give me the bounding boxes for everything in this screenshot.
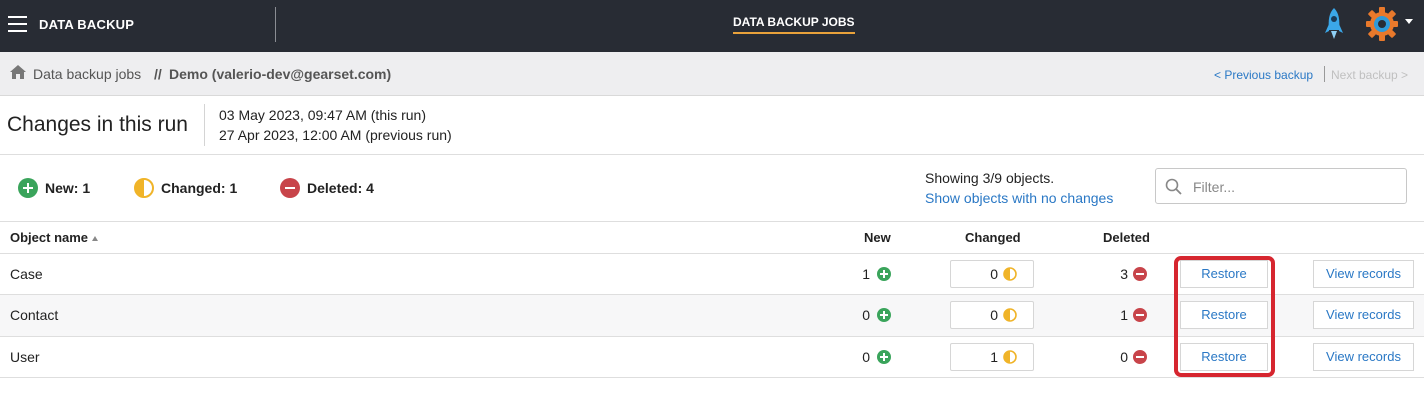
object-name-header-label: Object name [10,230,89,245]
view-records-button[interactable]: View records [1313,343,1414,371]
next-backup-link: Next backup > [1331,68,1409,82]
changed-count-cell: 0 [990,307,998,323]
home-icon[interactable] [10,65,26,79]
summary-divider [0,221,1424,222]
search-icon [1165,178,1182,195]
column-header-deleted: Deleted [1103,230,1150,245]
row-divider [0,377,1424,378]
deleted-count-label: Deleted: 4 [307,180,374,196]
breadcrumb-separator: // [154,66,162,82]
view-records-button[interactable]: View records [1313,260,1414,288]
column-header-new: New [864,230,891,245]
previous-run-date: 27 Apr 2023, 12:00 AM (previous run) [219,127,452,143]
changed-half-circle-icon [1003,308,1017,322]
sort-ascending-icon[interactable] [92,236,99,242]
object-name-cell: Contact [10,307,59,323]
tab-data-backup-jobs[interactable]: DATA BACKUP JOBS [733,15,855,34]
changed-count-cell: 0 [990,266,998,282]
deleted-minus-icon [1133,350,1147,364]
new-plus-icon [877,350,891,364]
changed-half-circle-icon [134,178,154,198]
deleted-count-cell: 3 [1120,266,1128,282]
deleted-minus-icon [1133,267,1147,281]
previous-backup-link[interactable]: < Previous backup [1214,68,1313,82]
chevron-down-icon[interactable] [1405,19,1413,24]
breadcrumb-data-backup-jobs[interactable]: Data backup jobs [33,66,141,82]
new-count-cell: 1 [862,266,870,282]
new-plus-icon [877,308,891,322]
this-run-date: 03 May 2023, 09:47 AM (this run) [219,107,426,123]
new-count-label: New: 1 [45,180,91,196]
show-unchanged-objects-link[interactable]: Show objects with no changes [925,190,1113,206]
showing-objects-text: Showing 3/9 objects. [925,170,1055,186]
backup-nav-divider [1324,66,1325,82]
hamburger-menu-icon[interactable] [8,16,27,32]
changed-half-circle-icon [1003,267,1017,281]
deleted-count-cell: 0 [1120,349,1128,365]
new-count-cell: 0 [862,349,870,365]
new-count-cell: 0 [862,307,870,323]
restore-highlight-box [1174,256,1275,377]
object-name-cell: User [10,349,40,365]
app-title: DATA BACKUP [39,17,135,32]
deleted-minus-icon [1133,308,1147,322]
column-header-changed: Changed [965,230,1021,245]
breadcrumb: Data backup jobs // Demo (valerio-dev@ge… [0,52,1424,96]
object-name-cell: Case [10,266,43,282]
run-header-divider [204,104,205,146]
changed-count-cell: 1 [990,349,998,365]
changed-half-circle-icon [1003,350,1017,364]
top-bar: DATA BACKUP DATA BACKUP JOBS [0,0,1424,52]
top-divider [275,7,276,42]
new-plus-icon [877,267,891,281]
breadcrumb-current-job: Demo (valerio-dev@gearset.com) [169,66,392,82]
changed-count-label: Changed: 1 [161,180,238,196]
header-divider [0,154,1424,155]
filter-field[interactable] [1155,168,1407,204]
deleted-count-cell: 1 [1120,307,1128,323]
gear-icon[interactable] [1364,5,1400,43]
new-plus-icon [18,178,38,198]
deleted-minus-icon [280,178,300,198]
filter-input[interactable] [1193,177,1398,197]
column-header-object-name[interactable]: Object name [10,230,99,245]
page-title: Changes in this run [7,113,188,136]
rocket-icon[interactable] [1322,6,1346,42]
view-records-button[interactable]: View records [1313,301,1414,329]
